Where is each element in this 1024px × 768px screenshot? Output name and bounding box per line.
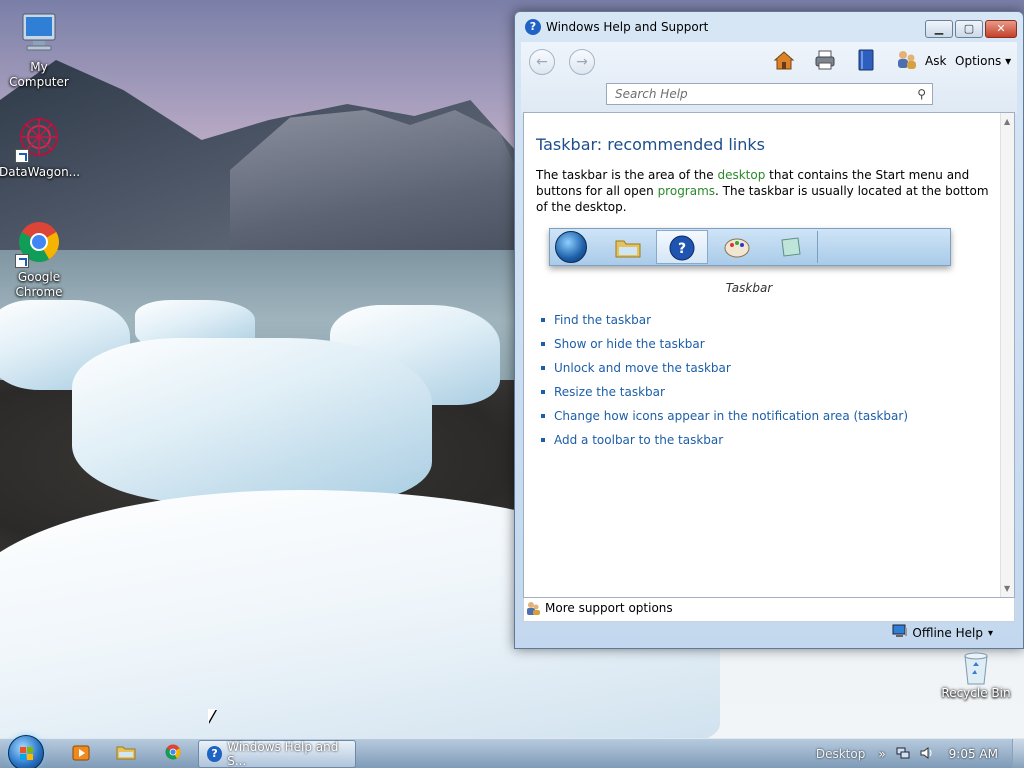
link-change-notification-icons[interactable]: Change how icons appear in the notificat… <box>540 409 908 433</box>
clock[interactable]: 9:05 AM <box>949 747 998 761</box>
window-controls: ▁ ▢ ✕ <box>923 20 1017 38</box>
desktop-toolbar-label[interactable]: Desktop <box>816 747 866 761</box>
page-title: Taskbar: recommended links <box>536 135 765 154</box>
folder-icon <box>602 230 654 264</box>
link-desktop[interactable]: desktop <box>717 168 765 182</box>
svg-text:?: ? <box>678 241 686 257</box>
link-resize-taskbar[interactable]: Resize the taskbar <box>540 385 908 409</box>
maximize-button[interactable]: ▢ <box>955 20 983 38</box>
window-title: Windows Help and Support <box>546 20 709 34</box>
computer-icon <box>892 624 908 642</box>
more-support-options[interactable]: More support options <box>525 600 673 616</box>
figure-divider <box>817 231 818 263</box>
link-unlock-move-taskbar[interactable]: Unlock and move the taskbar <box>540 361 908 385</box>
ask-icon[interactable] <box>893 48 919 74</box>
taskbar-figure: ? <box>549 228 951 266</box>
search-icon[interactable]: ⚲ <box>917 87 926 101</box>
forward-button[interactable]: → <box>569 49 595 75</box>
link-programs[interactable]: programs <box>658 184 715 198</box>
folder-icon[interactable] <box>115 743 137 765</box>
show-desktop-button[interactable] <box>1012 739 1024 768</box>
close-button[interactable]: ✕ <box>985 20 1017 38</box>
desktop-icon-label: Recycle Bin <box>941 686 1011 700</box>
home-icon[interactable] <box>771 48 797 74</box>
offline-help-label: Offline Help <box>912 626 983 640</box>
recommended-links: Find the taskbar Show or hide the taskba… <box>540 313 908 457</box>
start-button[interactable] <box>8 735 44 768</box>
chrome-icon <box>15 220 63 268</box>
media-player-icon[interactable] <box>70 743 92 765</box>
desktop-icon-recycle-bin[interactable]: Recycle Bin <box>940 650 1012 700</box>
search-input[interactable]: Search Help ⚲ <box>606 83 933 105</box>
help-icon: ? <box>656 230 708 264</box>
options-button[interactable]: Options ▾ <box>955 54 1011 68</box>
taskbar: ? Windows Help and S... Desktop » 9:05 A… <box>0 735 1024 768</box>
help-toolbar: ← → Ask Options ▾ Search Help ⚲ <box>521 42 1017 114</box>
volume-icon[interactable] <box>920 746 934 763</box>
notification-area: Desktop » 9:05 AM <box>816 739 1024 768</box>
scroll-down-icon[interactable]: ▼ <box>1004 584 1010 593</box>
support-people-icon <box>525 600 541 616</box>
help-icon: ? <box>207 746 223 762</box>
help-icon: ? <box>525 19 541 35</box>
shortcut-arrow-icon <box>15 254 29 268</box>
figure-caption: Taskbar <box>725 281 773 295</box>
search-placeholder: Search Help <box>615 87 688 101</box>
network-icon[interactable] <box>896 746 910 763</box>
link-add-toolbar[interactable]: Add a toolbar to the taskbar <box>540 433 908 457</box>
desktop-icon-label: DataWagon... <box>0 165 81 179</box>
desktop-icon-my-computer[interactable]: My Computer <box>0 10 79 90</box>
intro-text: The taskbar is the area of the <box>536 168 718 182</box>
more-support-label: More support options <box>545 601 673 615</box>
minimize-button[interactable]: ▁ <box>925 20 953 38</box>
wallpaper-ice <box>72 338 432 503</box>
computer-icon <box>15 10 63 58</box>
desktop-icon-datawagon[interactable]: DataWagon... <box>0 115 81 180</box>
sticky-note-icon <box>765 230 817 264</box>
chevron-down-icon: ▾ <box>1005 54 1012 68</box>
desktop-icon-label: Google Chrome <box>15 270 63 299</box>
paint-icon <box>711 230 763 264</box>
back-button[interactable]: ← <box>529 49 555 75</box>
printer-icon[interactable] <box>812 48 838 74</box>
scroll-up-icon[interactable]: ▲ <box>1004 117 1010 126</box>
chrome-icon[interactable] <box>162 743 184 765</box>
taskbar-button-label: Windows Help and S... <box>227 740 339 768</box>
offline-help-button[interactable]: Offline Help ▾ <box>892 624 993 642</box>
shortcut-arrow-icon <box>15 149 29 163</box>
start-orb-icon <box>555 231 587 263</box>
taskbar-button-help[interactable]: ? Windows Help and S... <box>198 740 356 768</box>
content-scrollbar[interactable]: ▲ ▼ <box>1000 113 1014 597</box>
link-show-hide-taskbar[interactable]: Show or hide the taskbar <box>540 337 908 361</box>
wallpaper-mountain-peak <box>230 110 530 260</box>
desktop-icon-google-chrome[interactable]: Google Chrome <box>0 220 79 300</box>
chevron-down-icon: ▾ <box>987 627 993 639</box>
datawagon-icon <box>15 115 63 163</box>
recycle-bin-icon <box>940 650 1012 686</box>
desktop-icon-label: My Computer <box>9 60 69 89</box>
browse-help-icon[interactable] <box>853 48 879 74</box>
intro-paragraph: The taskbar is the area of the desktop t… <box>536 167 996 215</box>
mouse-cursor-icon <box>208 709 216 723</box>
ask-button[interactable]: Ask <box>925 54 946 68</box>
chevron-right-icon[interactable]: » <box>878 747 885 761</box>
help-window: ? Windows Help and Support ▁ ▢ ✕ ← → Ask… <box>514 11 1024 649</box>
windows-logo-icon <box>20 747 33 760</box>
link-find-taskbar[interactable]: Find the taskbar <box>540 313 908 337</box>
help-content: Taskbar: recommended links The taskbar i… <box>523 112 1015 598</box>
